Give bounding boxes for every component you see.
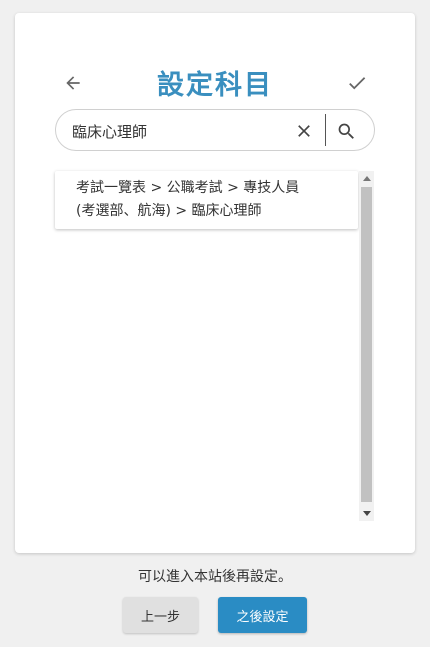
search-divider — [325, 114, 326, 146]
scrollbar[interactable] — [359, 171, 374, 521]
triangle-down-icon — [362, 511, 371, 516]
search-button[interactable] — [334, 119, 358, 143]
set-later-button[interactable]: 之後設定 — [218, 597, 307, 633]
previous-step-button[interactable]: 上一步 — [123, 597, 198, 633]
result-path-line1: 考試一覽表 > 公職考試 > 專技人員 — [76, 180, 300, 196]
scroll-up-arrow[interactable] — [359, 171, 374, 186]
scroll-down-arrow[interactable] — [359, 506, 374, 521]
check-icon — [349, 77, 366, 90]
close-icon — [298, 125, 310, 137]
settings-card: 設定科目 考試一覽表 > 公職考試 > 專技人員 (考選部、航海) > 臨床心理… — [15, 13, 415, 553]
header: 設定科目 — [15, 57, 415, 113]
search-box — [55, 109, 375, 151]
list-item[interactable]: 考試一覽表 > 公職考試 > 專技人員 (考選部、航海) > 臨床心理師 — [55, 171, 358, 229]
scroll-thumb[interactable] — [361, 187, 372, 502]
triangle-up-icon — [362, 176, 371, 181]
clear-button[interactable] — [292, 119, 316, 143]
confirm-button[interactable] — [343, 69, 371, 97]
search-icon — [338, 123, 354, 139]
search-input[interactable] — [72, 119, 282, 143]
result-path-line2: (考選部、航海) > 臨床心理師 — [76, 203, 262, 219]
footer-note: 可以進入本站後再設定。 — [138, 569, 292, 585]
results-list: 考試一覽表 > 公職考試 > 專技人員 (考選部、航海) > 臨床心理師 — [55, 171, 389, 521]
